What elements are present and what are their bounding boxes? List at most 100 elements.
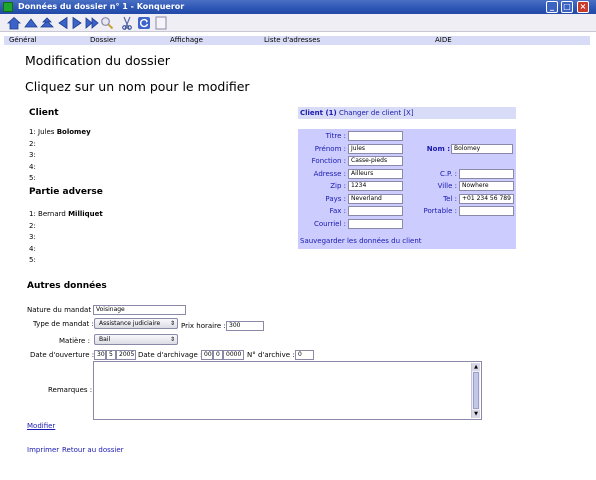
other-data-title: Autres données [27, 281, 107, 291]
nom-field[interactable]: Bolomey [451, 144, 513, 154]
retour-dossier-link[interactable]: Retour au dossier [62, 446, 124, 454]
type-mandat-label: Type de mandat : [33, 320, 94, 328]
adresse-field[interactable]: Ailleurs [348, 169, 403, 179]
cut-icon[interactable] [120, 16, 134, 30]
close-button[interactable]: × [577, 1, 589, 13]
archivage-year-field[interactable]: 0000 [223, 350, 244, 360]
ouverture-year-field[interactable]: 2005 [116, 350, 136, 360]
window-titlebar: Données du dossier n° 1 - Konqueror _ □ … [0, 0, 596, 14]
menu-item-liste-adresses[interactable]: Liste d'adresses [264, 36, 320, 45]
modifier-link[interactable]: Modifier [27, 422, 55, 430]
matiere-label: Matière : [59, 337, 90, 345]
site-menu-bar: Général Dossier Affichage Liste d'adress… [4, 36, 590, 45]
type-mandat-select[interactable]: Assistance judiciaire ⇕ [94, 318, 178, 329]
page-subtitle: Cliquez sur un nom pour le modifier [25, 79, 250, 94]
client-entry-3[interactable]: 3: [29, 150, 91, 162]
ouverture-day-field[interactable]: 30 [94, 350, 106, 360]
adverse-section-title: Partie adverse [29, 187, 103, 197]
prenom-field[interactable]: Jules [348, 144, 403, 154]
prix-horaire-field[interactable]: 300 [226, 321, 264, 331]
cp-field[interactable] [459, 169, 514, 179]
fonction-label: Fonction : [311, 157, 346, 165]
adverse-entry-5[interactable]: 5: [29, 255, 103, 267]
remarques-textarea[interactable]: ▲ ▼ [93, 361, 482, 420]
konqueror-app-icon [3, 2, 13, 12]
ville-label: Ville : [437, 182, 457, 190]
pays-field[interactable]: Neverland [348, 194, 403, 204]
change-client-link[interactable]: Changer de client [339, 109, 401, 117]
back-icon[interactable] [56, 16, 70, 30]
client-entry-2[interactable]: 2: [29, 139, 91, 151]
adverse-entry-4[interactable]: 4: [29, 244, 103, 256]
minimize-button[interactable]: _ [546, 1, 558, 13]
find-icon[interactable] [100, 16, 114, 30]
adverse-list: 1: Bernard Milliquet 2: 3: 4: 5: [29, 209, 103, 267]
prenom-label: Prénom : [314, 145, 346, 153]
archivage-month-field[interactable]: 0 [213, 350, 223, 360]
archive-number-field[interactable]: 0 [295, 350, 314, 360]
client-entry-4[interactable]: 4: [29, 162, 91, 174]
adverse-entry-1[interactable]: 1: Bernard Milliquet [29, 209, 103, 221]
close-client-tab-link[interactable]: [X] [403, 109, 413, 117]
titre-label: Titre : [325, 132, 346, 140]
adverse-entry-2[interactable]: 2: [29, 221, 103, 233]
client-panel: Client (1) Changer de client [X] Titre :… [298, 107, 516, 249]
client-form: Titre : Prénom : Jules Nom : Bolomey Fon… [298, 129, 516, 249]
pays-label: Pays : [325, 195, 346, 203]
zip-field[interactable]: 1234 [348, 181, 403, 191]
ville-field[interactable]: Nowhere [459, 181, 514, 191]
client-entry-1[interactable]: 1: Jules Bolomey [29, 127, 91, 139]
page-title: Modification du dossier [25, 53, 170, 68]
menu-item-dossier[interactable]: Dossier [90, 36, 116, 45]
nom-label: Nom : [426, 145, 450, 153]
fax-field[interactable] [348, 206, 403, 216]
zip-label: Zip : [330, 182, 346, 190]
client-entry-5[interactable]: 5: [29, 173, 91, 185]
date-ouverture-label: Date d'ouverture : [30, 351, 95, 359]
archivage-day-field[interactable]: 00 [201, 350, 213, 360]
menu-item-aide[interactable]: AIDE [435, 36, 452, 45]
nature-label: Nature du mandat : [27, 306, 96, 314]
menu-item-affichage[interactable]: Affichage [170, 36, 203, 45]
home-icon[interactable] [7, 16, 21, 30]
cp-label: C.P. : [439, 170, 457, 178]
scroll-up-icon[interactable]: ▲ [472, 363, 480, 371]
forward-icon[interactable] [70, 16, 84, 30]
chevron-updown-icon: ⇕ [169, 320, 176, 327]
double-up-icon[interactable] [40, 16, 54, 30]
client-list: 1: Jules Bolomey 2: 3: 4: 5: [29, 127, 91, 185]
portable-field[interactable] [459, 206, 514, 216]
courriel-label: Courriel : [313, 220, 346, 228]
portable-label: Portable : [423, 207, 457, 215]
tab-client[interactable]: Client (1) [300, 109, 337, 117]
reload-icon[interactable] [137, 16, 151, 30]
scroll-thumb[interactable] [473, 372, 479, 409]
imprimer-link[interactable]: Imprimer [27, 446, 59, 454]
scroll-down-icon[interactable]: ▼ [472, 410, 480, 418]
courriel-field[interactable] [348, 219, 403, 229]
chevron-updown-icon: ⇕ [169, 336, 176, 343]
browser-toolbar [0, 14, 596, 32]
client-tabs: Client (1) Changer de client [X] [298, 107, 516, 119]
remarques-scrollbar[interactable]: ▲ ▼ [471, 363, 480, 418]
ouverture-month-field[interactable]: 5 [106, 350, 116, 360]
nature-field[interactable]: Voisinage [93, 305, 186, 315]
adresse-label: Adresse : [313, 170, 346, 178]
window-title: Données du dossier n° 1 - Konqueror [18, 2, 185, 11]
fax-label: Fax : [329, 207, 346, 215]
adverse-entry-3[interactable]: 3: [29, 232, 103, 244]
prix-horaire-label: Prix horaire : [181, 322, 226, 330]
menu-item-general[interactable]: Général [9, 36, 37, 45]
fast-forward-icon[interactable] [85, 16, 99, 30]
matiere-select[interactable]: Bail ⇕ [94, 334, 178, 345]
tel-field[interactable]: +01 234 56 789 [459, 194, 514, 204]
titre-field[interactable] [348, 131, 403, 141]
up-icon[interactable] [24, 16, 38, 30]
stop-icon[interactable] [154, 16, 168, 30]
client-section-title: Client [29, 108, 59, 118]
save-client-button[interactable]: Sauvegarder les données du client [300, 237, 422, 245]
tel-label: Tel : [443, 195, 457, 203]
fonction-field[interactable]: Casse-pieds [348, 156, 403, 166]
archive-number-label: N° d'archive : [247, 351, 295, 359]
maximize-button[interactable]: □ [561, 1, 573, 13]
